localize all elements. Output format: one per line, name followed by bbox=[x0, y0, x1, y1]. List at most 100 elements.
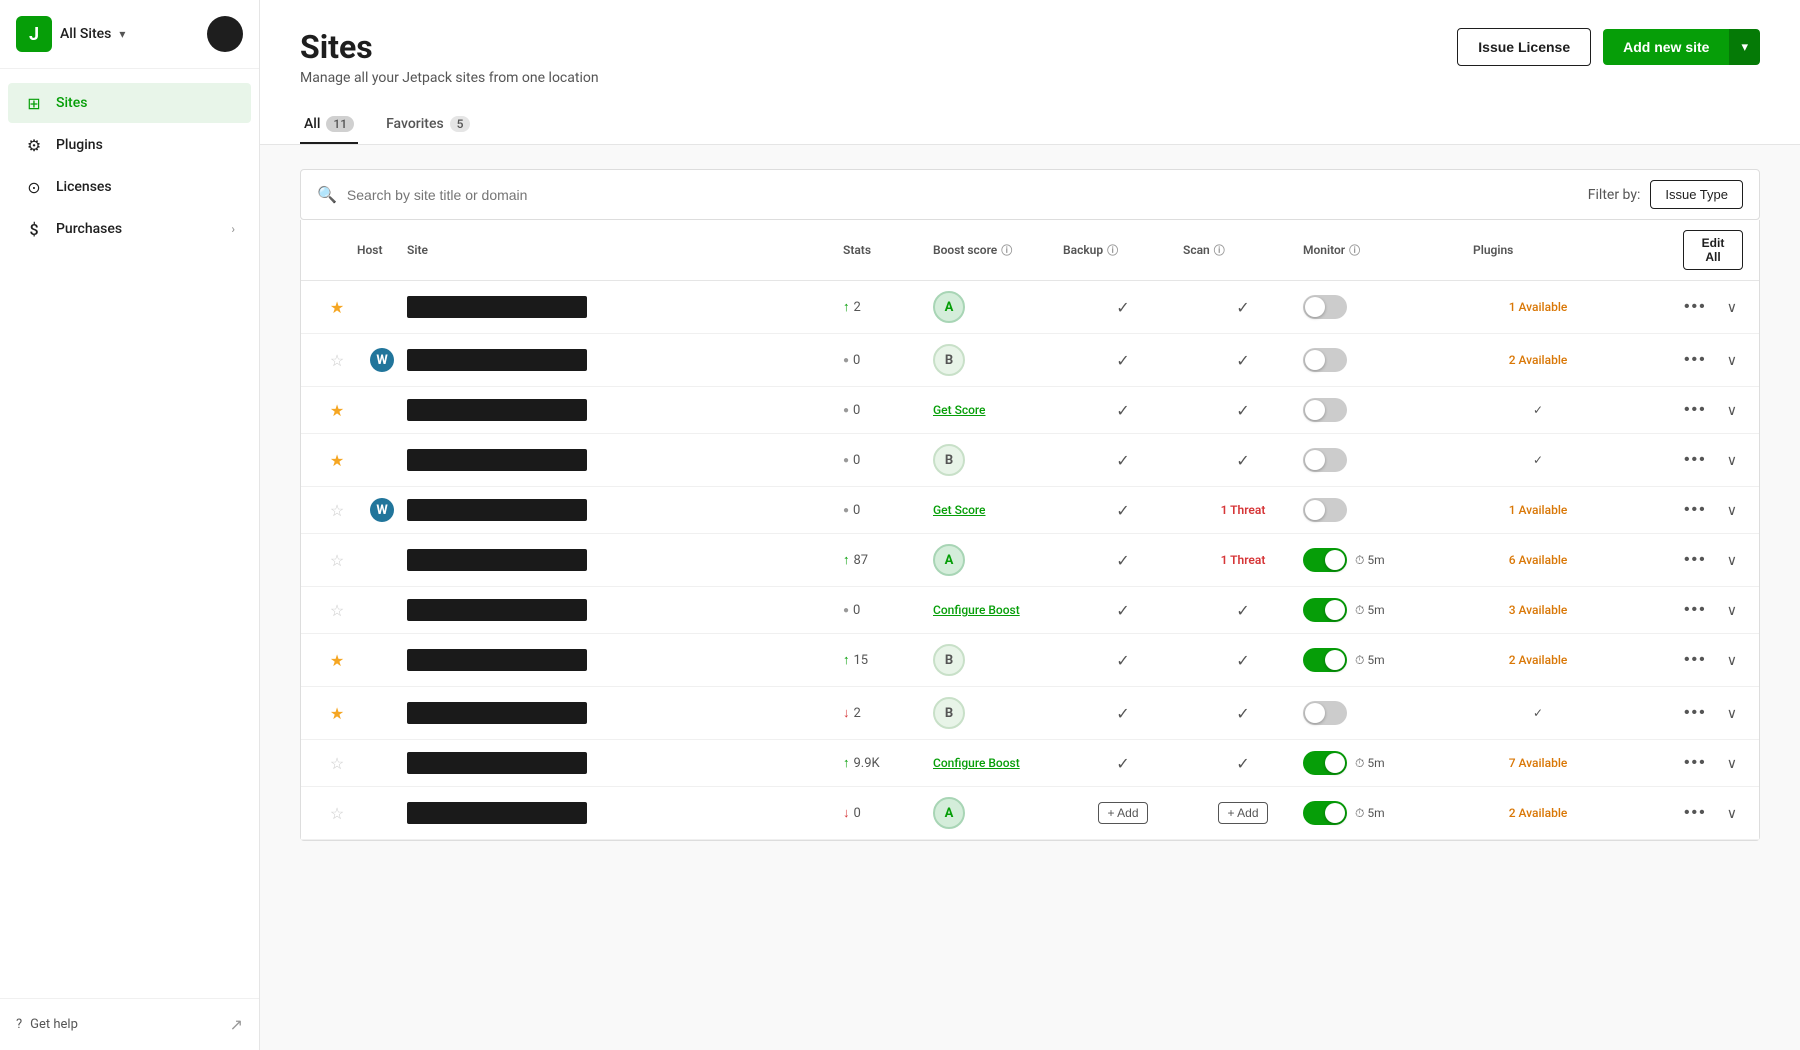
row-expand-button[interactable]: ∨ bbox=[1721, 751, 1743, 776]
plugins-available[interactable]: 7 Available bbox=[1509, 756, 1568, 770]
monitor-toggle[interactable] bbox=[1303, 348, 1347, 372]
plugin-icon: ⚙ bbox=[24, 135, 44, 155]
row-more-button[interactable]: ••• bbox=[1678, 447, 1713, 473]
site-cell bbox=[407, 549, 843, 571]
sidebar-item-label: Licenses bbox=[56, 179, 112, 195]
add-new-site-chevron-button[interactable]: ▾ bbox=[1729, 29, 1760, 65]
row-more-button[interactable]: ••• bbox=[1678, 647, 1713, 673]
issue-license-button[interactable]: Issue License bbox=[1457, 28, 1591, 66]
star-cell: ☆ bbox=[317, 501, 357, 520]
avatar[interactable] bbox=[207, 16, 243, 52]
clock-icon: ⏱ bbox=[1355, 806, 1364, 821]
star-icon[interactable]: ★ bbox=[330, 651, 344, 670]
star-icon[interactable]: ★ bbox=[330, 298, 344, 317]
star-icon[interactable]: ☆ bbox=[330, 551, 344, 570]
star-icon[interactable]: ☆ bbox=[330, 351, 344, 370]
boost-link[interactable]: Get Score bbox=[933, 503, 985, 517]
row-more-button[interactable]: ••• bbox=[1678, 700, 1713, 726]
star-icon[interactable]: ☆ bbox=[330, 804, 344, 823]
row-expand-button[interactable]: ∨ bbox=[1721, 598, 1743, 623]
star-icon[interactable]: ★ bbox=[330, 451, 344, 470]
stats-cell: ● 0 bbox=[843, 353, 933, 368]
row-expand-button[interactable]: ∨ bbox=[1721, 701, 1743, 726]
site-cell bbox=[407, 702, 843, 724]
scan-info-icon[interactable]: ⓘ bbox=[1214, 242, 1225, 258]
star-icon[interactable]: ★ bbox=[330, 401, 344, 420]
search-icon: 🔍 bbox=[317, 185, 337, 204]
add-backup-button[interactable]: + Add bbox=[1098, 802, 1147, 824]
col-header-plugins: Plugins bbox=[1473, 243, 1603, 257]
site-bar bbox=[407, 802, 587, 824]
row-expand-button[interactable]: ∨ bbox=[1721, 498, 1743, 523]
monitor-toggle[interactable] bbox=[1303, 448, 1347, 472]
tab-favorites[interactable]: Favorites 5 bbox=[382, 106, 474, 144]
row-expand-button[interactable]: ∨ bbox=[1721, 448, 1743, 473]
add-scan-button[interactable]: + Add bbox=[1218, 802, 1267, 824]
filter-issue-type-button[interactable]: Issue Type bbox=[1650, 180, 1743, 209]
backup-check-icon: ✓ bbox=[1116, 601, 1129, 620]
star-icon[interactable]: ☆ bbox=[330, 601, 344, 620]
actions-cell: ••• ∨ bbox=[1683, 497, 1743, 523]
row-expand-button[interactable]: ∨ bbox=[1721, 648, 1743, 673]
monitor-toggle[interactable] bbox=[1303, 648, 1347, 672]
row-expand-button[interactable]: ∨ bbox=[1721, 348, 1743, 373]
monitor-toggle[interactable] bbox=[1303, 751, 1347, 775]
sidebar-logo-area[interactable]: J All Sites ▾ bbox=[16, 16, 125, 52]
boost-link[interactable]: Configure Boost bbox=[933, 603, 1020, 617]
site-cell bbox=[407, 752, 843, 774]
sidebar-item-purchases[interactable]: $ Purchases › bbox=[8, 209, 251, 249]
plugins-available[interactable]: 2 Available bbox=[1509, 653, 1568, 667]
row-more-button[interactable]: ••• bbox=[1678, 547, 1713, 573]
monitor-info-icon[interactable]: ⓘ bbox=[1349, 242, 1360, 258]
row-expand-button[interactable]: ∨ bbox=[1721, 548, 1743, 573]
row-expand-button[interactable]: ∨ bbox=[1721, 801, 1743, 826]
plugins-available[interactable]: 1 Available bbox=[1509, 300, 1568, 314]
scan-check-icon: ✓ bbox=[1236, 651, 1249, 670]
monitor-toggle[interactable] bbox=[1303, 801, 1347, 825]
monitor-toggle[interactable] bbox=[1303, 398, 1347, 422]
monitor-toggle[interactable] bbox=[1303, 598, 1347, 622]
star-icon[interactable]: ★ bbox=[330, 704, 344, 723]
sidebar-item-sites[interactable]: ⊞ Sites bbox=[8, 83, 251, 123]
row-more-button[interactable]: ••• bbox=[1678, 347, 1713, 373]
row-more-button[interactable]: ••• bbox=[1678, 597, 1713, 623]
monitor-toggle[interactable] bbox=[1303, 548, 1347, 572]
search-input[interactable] bbox=[347, 187, 1588, 203]
plugins-available[interactable]: 1 Available bbox=[1509, 503, 1568, 517]
plugins-available[interactable]: 3 Available bbox=[1509, 603, 1568, 617]
get-help-button[interactable]: ? Get help bbox=[16, 1017, 78, 1032]
clock-icon: ⏱ bbox=[1355, 553, 1364, 568]
external-link-icon[interactable]: ↗ bbox=[230, 1015, 243, 1034]
tab-all[interactable]: All 11 bbox=[300, 106, 358, 144]
plugins-available[interactable]: 6 Available bbox=[1509, 553, 1568, 567]
boost-link[interactable]: Get Score bbox=[933, 403, 985, 417]
backup-info-icon[interactable]: ⓘ bbox=[1107, 242, 1118, 258]
row-more-button[interactable]: ••• bbox=[1678, 750, 1713, 776]
backup-cell: ✓ bbox=[1063, 601, 1183, 620]
row-more-button[interactable]: ••• bbox=[1678, 800, 1713, 826]
add-new-site-button[interactable]: Add new site bbox=[1603, 29, 1729, 65]
row-more-button[interactable]: ••• bbox=[1678, 497, 1713, 523]
stat-direction-icon: ↓ bbox=[843, 705, 850, 721]
monitor-toggle[interactable] bbox=[1303, 701, 1347, 725]
monitor-toggle[interactable] bbox=[1303, 498, 1347, 522]
edit-all-button[interactable]: Edit All bbox=[1683, 230, 1743, 270]
boost-link[interactable]: Configure Boost bbox=[933, 756, 1020, 770]
monitor-cell: ⏱5m bbox=[1303, 598, 1473, 622]
plugins-available[interactable]: 2 Available bbox=[1509, 353, 1568, 367]
filter-label: Filter by: bbox=[1588, 187, 1641, 203]
plugins-available[interactable]: 2 Available bbox=[1509, 806, 1568, 820]
row-more-button[interactable]: ••• bbox=[1678, 294, 1713, 320]
scan-cell: ✓ bbox=[1183, 451, 1303, 470]
boost-info-icon[interactable]: ⓘ bbox=[1001, 242, 1012, 258]
backup-check-icon: ✓ bbox=[1116, 501, 1129, 520]
star-icon[interactable]: ☆ bbox=[330, 501, 344, 520]
star-icon[interactable]: ☆ bbox=[330, 754, 344, 773]
sidebar-item-plugins[interactable]: ⚙ Plugins bbox=[8, 125, 251, 165]
row-expand-button[interactable]: ∨ bbox=[1721, 398, 1743, 423]
row-more-button[interactable]: ••• bbox=[1678, 397, 1713, 423]
sidebar-item-licenses[interactable]: ⊙ Licenses bbox=[8, 167, 251, 207]
row-expand-button[interactable]: ∨ bbox=[1721, 295, 1743, 320]
plugins-cell: 1 Available bbox=[1473, 503, 1603, 517]
monitor-toggle[interactable] bbox=[1303, 295, 1347, 319]
